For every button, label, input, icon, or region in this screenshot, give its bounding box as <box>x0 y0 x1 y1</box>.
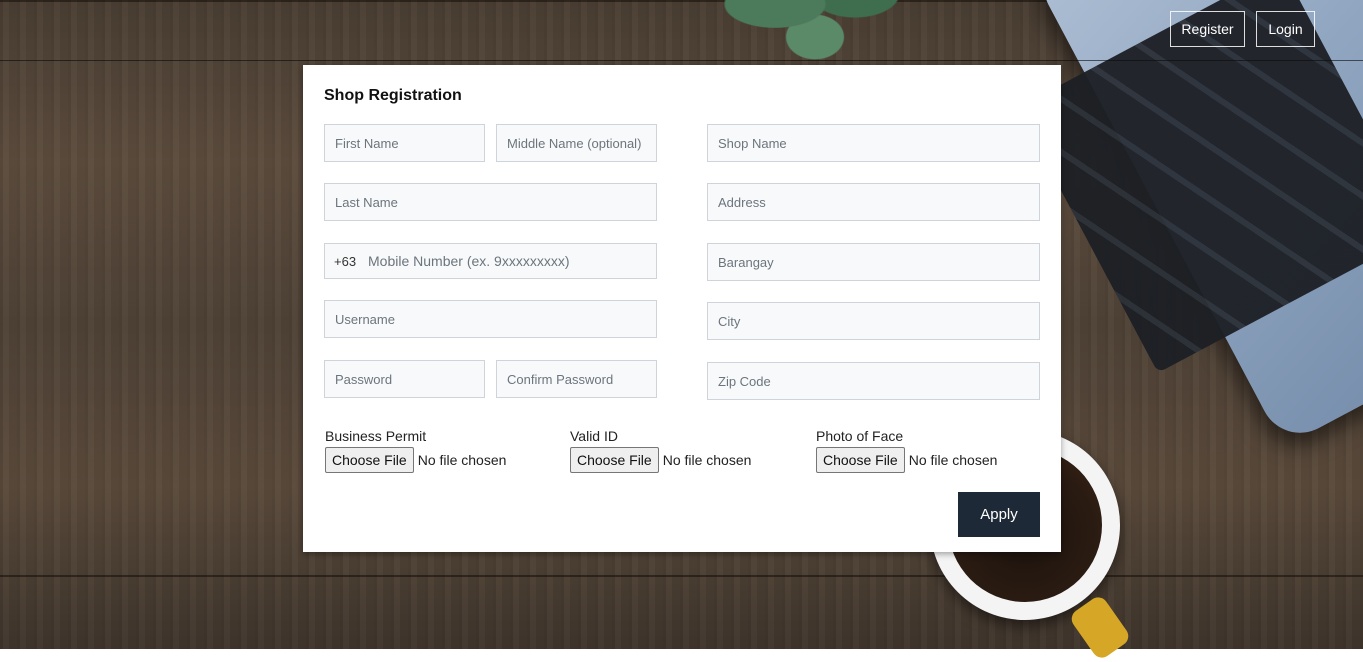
registration-card: Shop Registration +63 Business Permit Ch… <box>303 65 1061 552</box>
city-field[interactable] <box>707 302 1040 340</box>
mobile-number-group: +63 <box>324 243 657 279</box>
business-permit-choose-file-button[interactable]: Choose File <box>325 447 414 473</box>
confirm-password-field[interactable] <box>496 360 657 398</box>
username-field[interactable] <box>324 300 657 338</box>
photo-of-face-upload: Photo of Face Choose File No file chosen <box>816 428 1036 473</box>
middle-name-field[interactable] <box>496 124 657 162</box>
form-title: Shop Registration <box>324 87 462 104</box>
first-name-field[interactable] <box>324 124 485 162</box>
business-permit-label: Business Permit <box>325 428 427 444</box>
photo-of-face-file-status: No file chosen <box>908 452 998 468</box>
valid-id-choose-file-button[interactable]: Choose File <box>570 447 659 473</box>
photo-of-face-choose-file-button[interactable]: Choose File <box>816 447 905 473</box>
business-permit-upload: Business Permit Choose File No file chos… <box>325 428 545 473</box>
header-divider <box>0 60 1363 61</box>
valid-id-file-status: No file chosen <box>662 452 752 468</box>
zip-code-field[interactable] <box>707 362 1040 400</box>
country-code-prefix: +63 <box>334 253 357 269</box>
valid-id-label: Valid ID <box>570 428 618 444</box>
login-button[interactable]: Login <box>1256 11 1315 47</box>
shop-name-field[interactable] <box>707 124 1040 162</box>
business-permit-file-status: No file chosen <box>417 452 507 468</box>
password-field[interactable] <box>324 360 485 398</box>
valid-id-upload: Valid ID Choose File No file chosen <box>570 428 790 473</box>
register-button[interactable]: Register <box>1170 11 1245 47</box>
barangay-field[interactable] <box>707 243 1040 281</box>
photo-of-face-label: Photo of Face <box>816 428 904 444</box>
mobile-number-field[interactable] <box>366 245 656 277</box>
address-field[interactable] <box>707 183 1040 221</box>
apply-button[interactable]: Apply <box>958 492 1040 537</box>
last-name-field[interactable] <box>324 183 657 221</box>
